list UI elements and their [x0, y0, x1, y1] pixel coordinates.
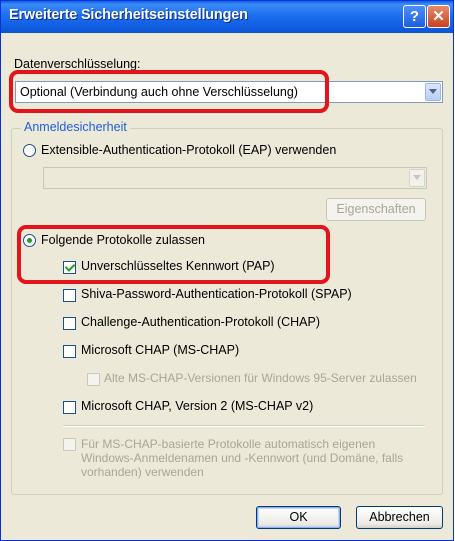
- eap-properties-button: Eigenschaften: [326, 198, 426, 221]
- chap-label[interactable]: Challenge-Authentication-Protokoll (CHAP…: [81, 315, 320, 329]
- mschap-v2-checkbox[interactable]: [63, 401, 76, 414]
- spap-checkbox[interactable]: [63, 289, 76, 302]
- highlight-encryption: [9, 70, 329, 113]
- eap-radio[interactable]: [23, 144, 36, 157]
- auto-logon-checkbox: [63, 438, 76, 451]
- spap-label[interactable]: Shiva-Password-Authentication-Protokoll …: [81, 287, 352, 301]
- mschap-checkbox[interactable]: [63, 345, 76, 358]
- mschap-legacy-label: Alte MS-CHAP-Versionen für Windows 95-Se…: [104, 371, 417, 385]
- title-bar[interactable]: Erweiterte Sicherheitseinstellungen ? ✕: [1, 1, 453, 33]
- highlight-protocols: [17, 225, 330, 284]
- separator: [63, 425, 425, 427]
- advanced-security-dialog: Erweiterte Sicherheitseinstellungen ? ✕ …: [0, 0, 454, 541]
- encryption-label: Datenverschlüsselung:: [14, 57, 141, 71]
- mschap-v2-label[interactable]: Microsoft CHAP, Version 2 (MS-CHAP v2): [81, 399, 313, 413]
- chevron-down-icon[interactable]: [425, 83, 441, 101]
- chevron-down-icon: [409, 169, 425, 187]
- mschap-legacy-checkbox: [87, 373, 100, 386]
- close-button[interactable]: ✕: [427, 5, 450, 28]
- window-title: Erweiterte Sicherheitseinstellungen: [9, 7, 248, 23]
- eap-type-dropdown: [43, 167, 427, 189]
- ok-button[interactable]: OK: [256, 506, 341, 529]
- eap-radio-label[interactable]: Extensible-Authentication-Protokoll (EAP…: [41, 143, 336, 157]
- chap-checkbox[interactable]: [63, 317, 76, 330]
- cancel-button[interactable]: Abbrechen: [356, 506, 443, 529]
- help-button[interactable]: ?: [403, 5, 426, 28]
- auto-logon-label: Für MS-CHAP-basierte Protokolle automati…: [81, 437, 404, 479]
- logon-security-legend: Anmeldesicherheit: [21, 120, 130, 134]
- mschap-label[interactable]: Microsoft CHAP (MS-CHAP): [81, 343, 239, 357]
